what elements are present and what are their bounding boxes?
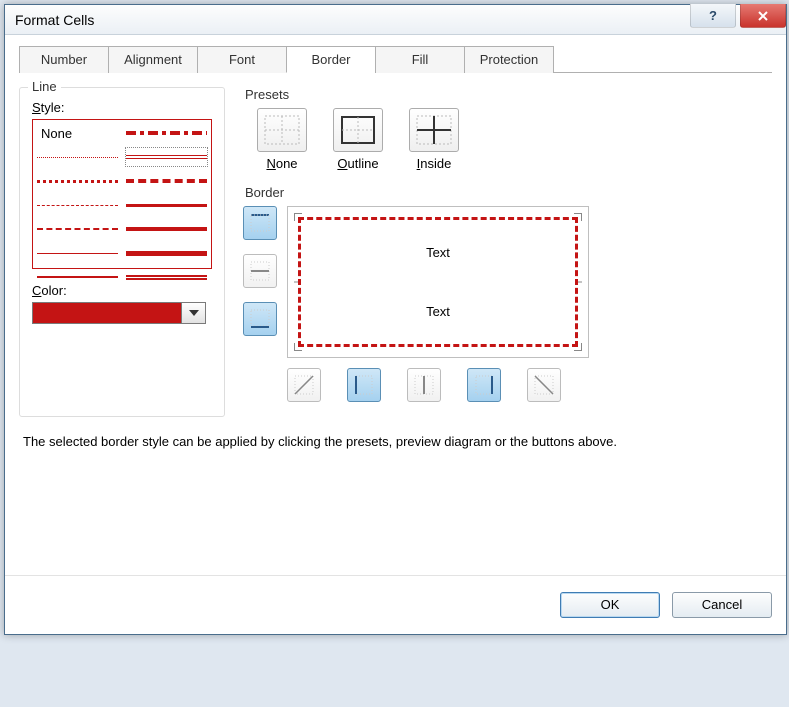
cancel-button[interactable]: Cancel (672, 592, 772, 618)
preview-text-1: Text (426, 245, 450, 260)
preset-outline-label: Outline (337, 156, 378, 171)
tab-number[interactable]: Number (19, 46, 109, 73)
line-style-11[interactable] (126, 220, 207, 238)
help-icon: ? (706, 9, 720, 23)
hint-text: The selected border style can be applied… (23, 433, 723, 451)
close-icon (756, 9, 770, 23)
line-style-9[interactable] (126, 172, 207, 190)
border-bottom-icon (249, 308, 271, 330)
line-group: Line Style: None (19, 87, 225, 417)
border-top-button[interactable] (243, 206, 277, 240)
border-middle-v-icon (413, 374, 435, 396)
line-style-5[interactable] (37, 244, 118, 262)
tab-fill[interactable]: Fill (375, 46, 465, 73)
line-style-none[interactable]: None (37, 124, 118, 142)
border-left-button[interactable] (347, 368, 381, 402)
line-style-13[interactable] (126, 268, 207, 286)
format-cells-dialog: Format Cells ? Number Alignment Font Bor… (4, 4, 787, 635)
line-style-3[interactable] (37, 196, 118, 214)
chevron-down-icon (189, 310, 199, 316)
line-style-4[interactable] (37, 220, 118, 238)
preset-inside-icon (409, 108, 459, 152)
border-diag-up-icon (293, 374, 315, 396)
svg-text:?: ? (709, 9, 717, 23)
tab-protection[interactable]: Protection (464, 46, 554, 73)
help-button[interactable]: ? (690, 4, 736, 28)
tab-alignment[interactable]: Alignment (108, 46, 198, 73)
border-right-icon (473, 374, 495, 396)
preview-text-2: Text (426, 304, 450, 319)
preset-outline-icon (333, 108, 383, 152)
border-top-icon (249, 212, 271, 234)
line-style-7[interactable] (126, 124, 207, 142)
border-diag-down-icon (533, 374, 555, 396)
preset-inside-label: Inside (417, 156, 452, 171)
line-style-1[interactable] (37, 148, 118, 166)
color-swatch[interactable] (32, 302, 182, 324)
preset-none[interactable]: None (257, 108, 307, 171)
preview-outline (298, 217, 578, 347)
border-diag-up-button[interactable] (287, 368, 321, 402)
color-dropdown[interactable] (182, 302, 206, 324)
preset-inside[interactable]: Inside (409, 108, 459, 171)
line-style-8[interactable] (126, 148, 207, 166)
border-left-icon (353, 374, 375, 396)
style-label: Style: (32, 100, 212, 115)
preset-none-icon (257, 108, 307, 152)
window-title: Format Cells (15, 12, 690, 28)
border-label: Border (245, 185, 772, 200)
line-style-12[interactable] (126, 244, 207, 262)
border-right-button[interactable] (467, 368, 501, 402)
border-middle-v-button[interactable] (407, 368, 441, 402)
presets-label: Presets (245, 87, 772, 102)
tab-font[interactable]: Font (197, 46, 287, 73)
line-style-grid: None (32, 119, 212, 269)
border-preview[interactable]: Text Text (287, 206, 589, 358)
titlebar: Format Cells ? (5, 5, 786, 35)
tab-border[interactable]: Border (286, 46, 376, 73)
border-bottom-button[interactable] (243, 302, 277, 336)
border-middle-h-icon (249, 260, 271, 282)
border-middle-h-button[interactable] (243, 254, 277, 288)
line-style-2[interactable] (37, 172, 118, 190)
close-button[interactable] (740, 4, 786, 28)
tab-bar: Number Alignment Font Border Fill Protec… (19, 45, 772, 73)
line-style-10[interactable] (126, 196, 207, 214)
line-style-6[interactable] (37, 268, 118, 286)
border-diag-down-button[interactable] (527, 368, 561, 402)
preset-outline[interactable]: Outline (333, 108, 383, 171)
line-group-label: Line (28, 79, 61, 94)
preset-none-label: None (266, 156, 297, 171)
ok-button[interactable]: OK (560, 592, 660, 618)
